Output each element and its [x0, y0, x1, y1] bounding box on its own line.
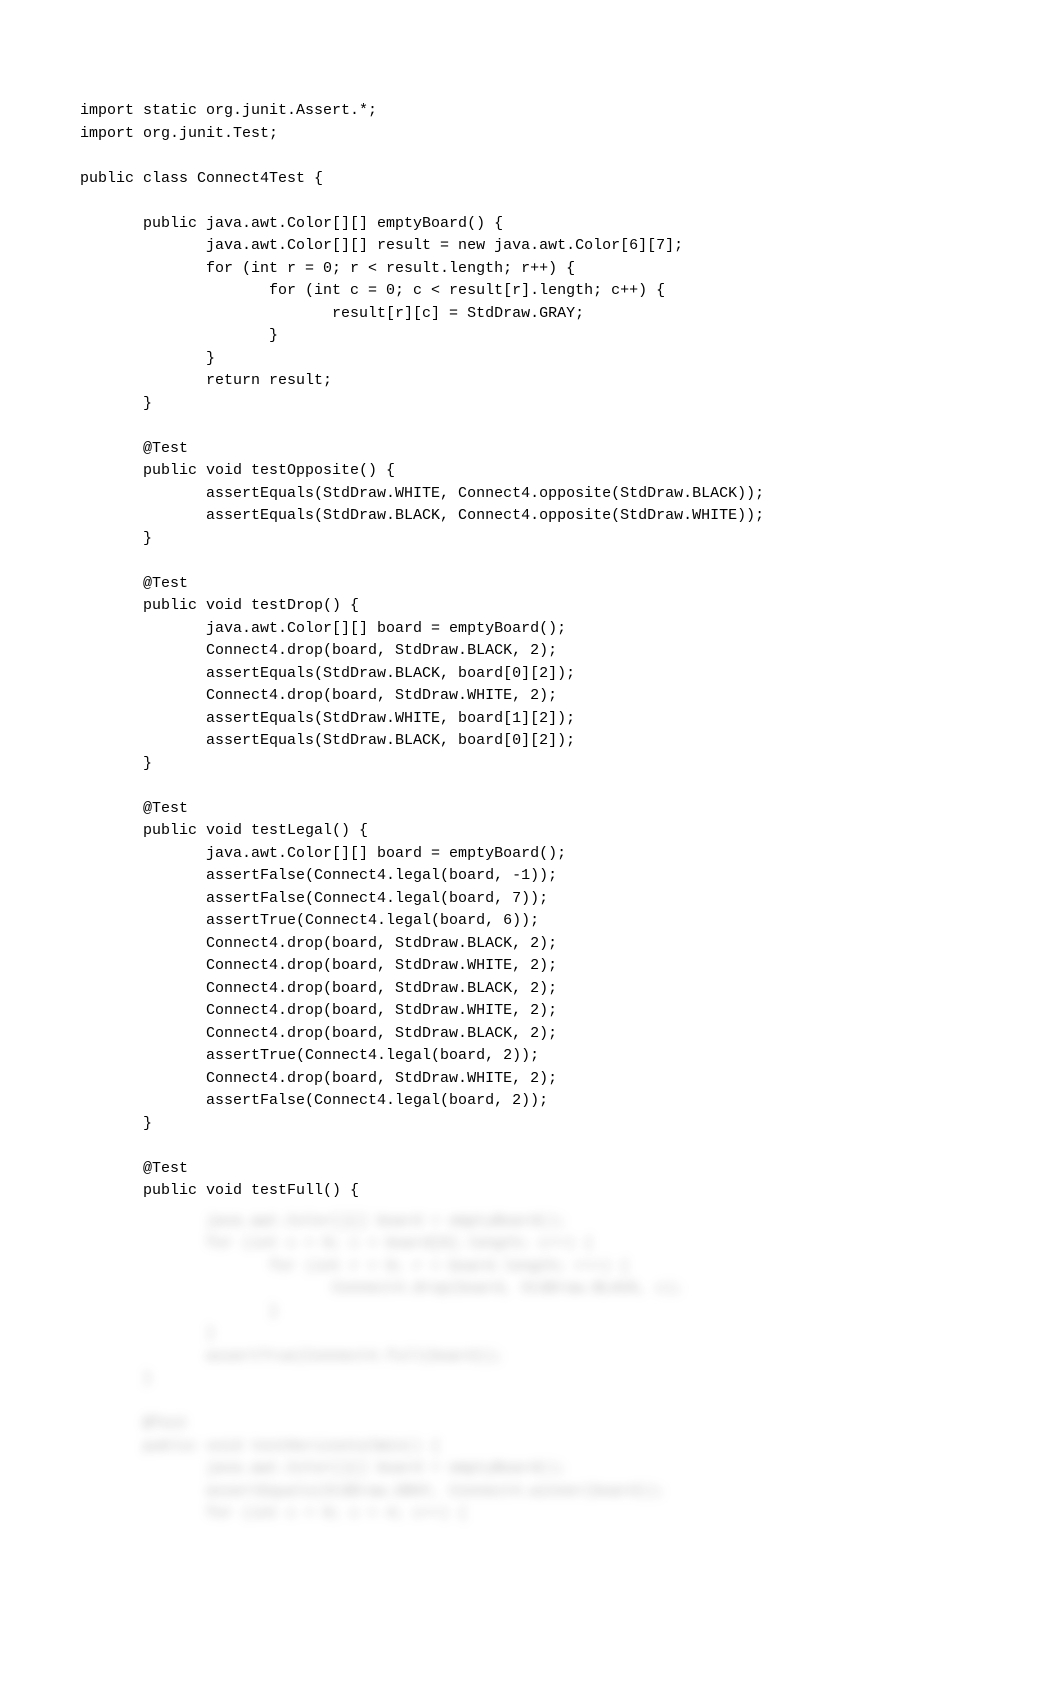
- code-content: import static org.junit.Assert.*; import…: [80, 100, 982, 1203]
- blurred-code-content: java.awt.Color[][] board = emptyBoard();…: [80, 1211, 982, 1526]
- blurred-code-section: java.awt.Color[][] board = emptyBoard();…: [80, 1211, 982, 1526]
